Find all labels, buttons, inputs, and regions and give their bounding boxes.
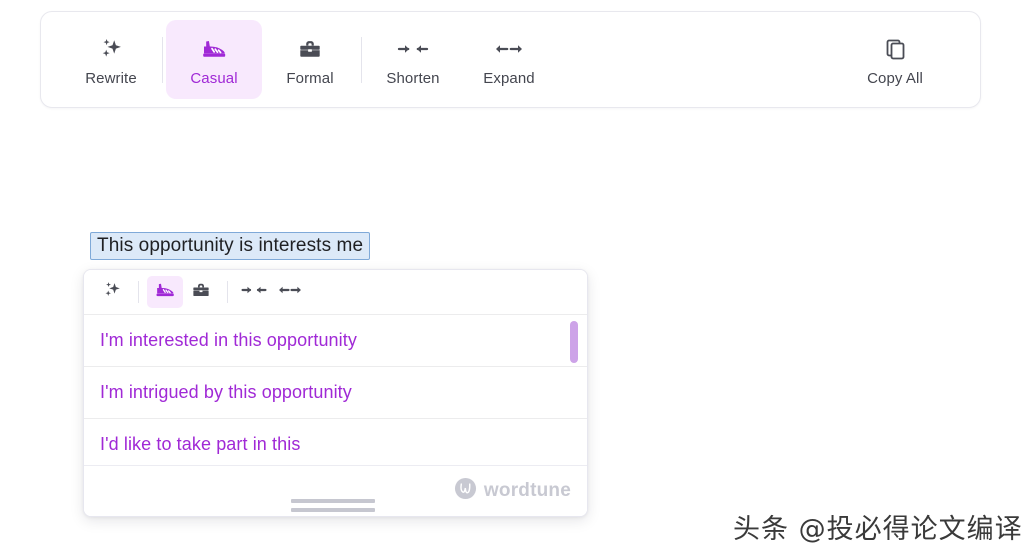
wordtune-suggestions-popup: I'm interested in this opportunity I'm i…: [83, 269, 588, 517]
watermark-text: 头条 @投必得论文编译: [733, 514, 1021, 545]
toolbar-item-formal-label: Formal: [286, 69, 334, 87]
wordtune-wordmark: wordtune: [483, 480, 571, 501]
sparkles-icon: [101, 279, 123, 306]
popup-formal-button[interactable]: [183, 276, 219, 308]
selected-text-highlight[interactable]: This opportunity is interests me: [90, 232, 371, 260]
briefcase-icon: [296, 32, 324, 66]
rewrite-toolbar: Rewrite Casual Formal Shorten Expand Cop…: [40, 11, 981, 108]
toolbar-item-casual-label: Casual: [190, 69, 238, 87]
suggestions-scrollbar[interactable]: [570, 315, 578, 465]
shorten-arrows-icon: [240, 281, 268, 304]
popup-casual-button[interactable]: [147, 276, 183, 308]
toolbar-item-rewrite-label: Rewrite: [85, 69, 137, 87]
popup-sparkles-button[interactable]: [94, 276, 130, 308]
suggestion-item[interactable]: I'd like to take part in this: [84, 419, 587, 465]
toolbar-item-rewrite[interactable]: Rewrite: [63, 20, 159, 99]
expand-arrows-icon: [492, 32, 526, 66]
suggestions-scroll-area: I'm interested in this opportunity I'm i…: [84, 315, 587, 465]
popup-mode-toolbar: [84, 270, 587, 315]
resize-handle-bar: [291, 508, 375, 512]
popup-divider-1: [138, 281, 139, 303]
popup-divider-2: [227, 281, 228, 303]
shoe-icon: [153, 279, 177, 306]
sparkles-icon: [97, 32, 125, 66]
suggestion-item[interactable]: I'm interested in this opportunity: [84, 315, 587, 367]
resize-handle-bar: [291, 499, 375, 503]
popup-resize-handle[interactable]: [291, 499, 375, 512]
toolbar-divider-1: [162, 36, 163, 83]
copy-icon: [881, 32, 909, 66]
toolbar-divider-2: [361, 36, 362, 83]
toolbar-actions-group: Copy All: [840, 12, 980, 107]
wordtune-mark-icon: [454, 477, 477, 505]
toolbar-item-casual[interactable]: Casual: [166, 20, 262, 99]
shorten-arrows-icon: [396, 32, 430, 66]
toolbar-item-formal[interactable]: Formal: [262, 20, 358, 99]
briefcase-icon: [190, 279, 212, 306]
suggestion-item[interactable]: I'm intrigued by this opportunity: [84, 367, 587, 419]
expand-arrows-icon: [276, 281, 304, 304]
toolbar-item-expand[interactable]: Expand: [461, 20, 557, 99]
copy-all-label: Copy All: [867, 69, 923, 87]
shoe-icon: [199, 32, 229, 66]
popup-expand-button[interactable]: [272, 276, 308, 308]
toolbar-item-shorten[interactable]: Shorten: [365, 20, 461, 99]
toolbar-modes-group: Rewrite Casual Formal Shorten Expand: [41, 12, 557, 107]
wordtune-logo: wordtune: [454, 477, 571, 505]
toolbar-item-shorten-label: Shorten: [386, 69, 440, 87]
popup-shorten-button[interactable]: [236, 276, 272, 308]
suggestions-list: I'm interested in this opportunity I'm i…: [84, 315, 587, 465]
toolbar-item-expand-label: Expand: [483, 69, 535, 87]
copy-all-button[interactable]: Copy All: [840, 20, 950, 99]
scrollbar-thumb[interactable]: [570, 321, 578, 363]
